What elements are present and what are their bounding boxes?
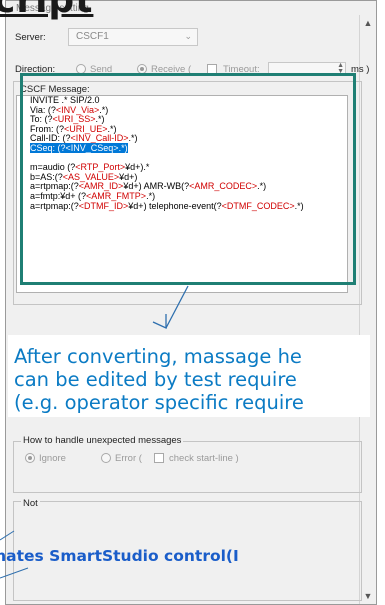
sip-message-text[interactable]: INVITE .* SIP/2.0 Via: (?<INV_Via>.*) To…	[30, 95, 304, 211]
sip-capture-name: <URI_SS>	[52, 114, 96, 125]
note-label: Not	[21, 498, 40, 509]
sip-text: a=fmtp:¥d+ (?	[30, 190, 87, 201]
sip-line: a=rtpmap:(?<AMR_ID>¥d+) AMR-WB(?<AMR_COD…	[30, 181, 267, 192]
ignore-radio[interactable]	[25, 453, 35, 463]
sip-text: ¥d+) telephone-event(?	[128, 200, 222, 211]
sip-capture-name: <INV_Call-ID>	[70, 133, 129, 144]
direction-label: Direction:	[15, 64, 56, 75]
timeout-unit: ms )	[351, 64, 370, 75]
server-label: Server:	[15, 32, 46, 43]
sip-text: ¥d+)	[119, 171, 138, 182]
sip-capture-name: <AS_VALUE>	[62, 171, 120, 182]
sip-capture-name: <INV_Via>	[55, 104, 100, 115]
sip-text: Call-ID: (?	[30, 133, 71, 144]
scroll-up-icon[interactable]: ▲	[360, 15, 376, 31]
sip-text: b=AS:(?	[30, 171, 63, 182]
sip-text: m=audio (?	[30, 162, 76, 173]
sip-text: a=rtpmap:(?	[30, 200, 79, 211]
timeout-checkbox[interactable]	[207, 64, 217, 74]
spinner-icon[interactable]: ▲ ▼	[337, 62, 344, 75]
check-startline-label: check start-line )	[169, 453, 239, 464]
chevron-down-icon: ⌄	[184, 31, 192, 41]
timeout-input[interactable]: ▲ ▼	[268, 62, 346, 76]
sip-line: m=audio (?<RTP_Port>¥d+).*	[30, 162, 149, 172]
sip-text: .*)	[107, 123, 117, 134]
sip-line: b=AS:(?<AS_VALUE>¥d+)	[30, 172, 137, 182]
scroll-down-icon[interactable]: ▼	[360, 588, 376, 604]
sip-text: Via: (?	[30, 104, 56, 115]
sip-line: Via: (?<INV_Via>.*)	[30, 105, 108, 115]
sip-text: From: (?	[30, 123, 65, 134]
sip-text: ¥d+).*	[125, 162, 150, 173]
sip-text: .*)	[146, 190, 156, 201]
ignore-label: Ignore	[39, 453, 66, 464]
sip-text: .*)	[95, 114, 105, 125]
annotation-text: After converting, massage he can be edit…	[14, 345, 304, 414]
send-radio[interactable]	[76, 64, 86, 74]
message-setting-dialog: Message setting ▲ ▼ Server: CSCF1 ⌄ Dire…	[5, 0, 377, 605]
sip-text: ¥d+) AMR-WB(?	[123, 181, 190, 192]
sip-line: INVITE .* SIP/2.0	[30, 95, 100, 105]
timeout-label: Timeout:	[223, 64, 260, 75]
sip-text: .*)	[294, 200, 304, 211]
receive-radio[interactable]	[137, 64, 147, 74]
sip-text: INVITE .* SIP/2.0	[30, 95, 100, 105]
server-value: CSCF1	[76, 31, 109, 42]
error-radio[interactable]	[101, 453, 111, 463]
sip-capture-name: <AMR_CODEC>	[189, 181, 258, 192]
sip-text: .*)	[118, 142, 128, 153]
sip-capture-name: <URI_UE>	[64, 123, 108, 134]
unexpected-group-label: How to handle unexpected messages	[21, 435, 184, 446]
sip-text: a=rtpmap:(?	[30, 181, 79, 192]
sip-line: From: (?<URI_UE>.*)	[30, 124, 117, 134]
sip-line: a=rtpmap:(?<DTMF_ID>¥d+) telephone-event…	[30, 201, 304, 211]
sip-text: To: (?	[30, 114, 53, 125]
send-label: Send	[90, 64, 113, 75]
sip-capture-name: <DTMF_CODEC>	[221, 200, 295, 211]
sip-capture-name: <DTMF_ID>	[78, 200, 129, 211]
annotation-line-3: (e.g. operator specific require	[14, 391, 304, 414]
sip-text: .*)	[128, 133, 138, 144]
sip-line: To: (?<URI_SS>.*)	[30, 114, 105, 124]
annotation-line-1: After converting, massage he	[14, 345, 302, 368]
receive-label: Receive (	[151, 64, 192, 75]
unexpected-group	[13, 441, 362, 493]
annotation-line-2: can be edited by test require	[14, 368, 297, 391]
sip-line: a=fmtp:¥d+ (?<AMR_FMTP>.*)	[30, 191, 155, 201]
sip-capture-name: <AMR_ID>	[78, 181, 124, 192]
sip-line: Call-ID: (?<INV_Call-ID>.*)	[30, 133, 138, 144]
server-select[interactable]: CSCF1 ⌄	[68, 28, 198, 46]
sip-text: .*)	[257, 181, 267, 192]
sip-capture-name: <RTP_Port>	[75, 162, 126, 173]
sip-capture-name: <AMR_FMTP>	[86, 190, 147, 201]
bottom-annotation: mates SmartStudio control(I	[0, 547, 239, 565]
sip-text: .*)	[99, 104, 109, 115]
sip-line: CSeq: (?<INV_CSeq>.*)	[30, 142, 128, 153]
error-label: Error (	[115, 453, 142, 464]
slide-title-fragment: cript	[0, 0, 94, 21]
sip-capture-name: <INV_CSeq>	[65, 142, 119, 153]
check-startline-checkbox[interactable]	[154, 453, 164, 463]
sip-text: CSeq: (?	[30, 142, 66, 153]
